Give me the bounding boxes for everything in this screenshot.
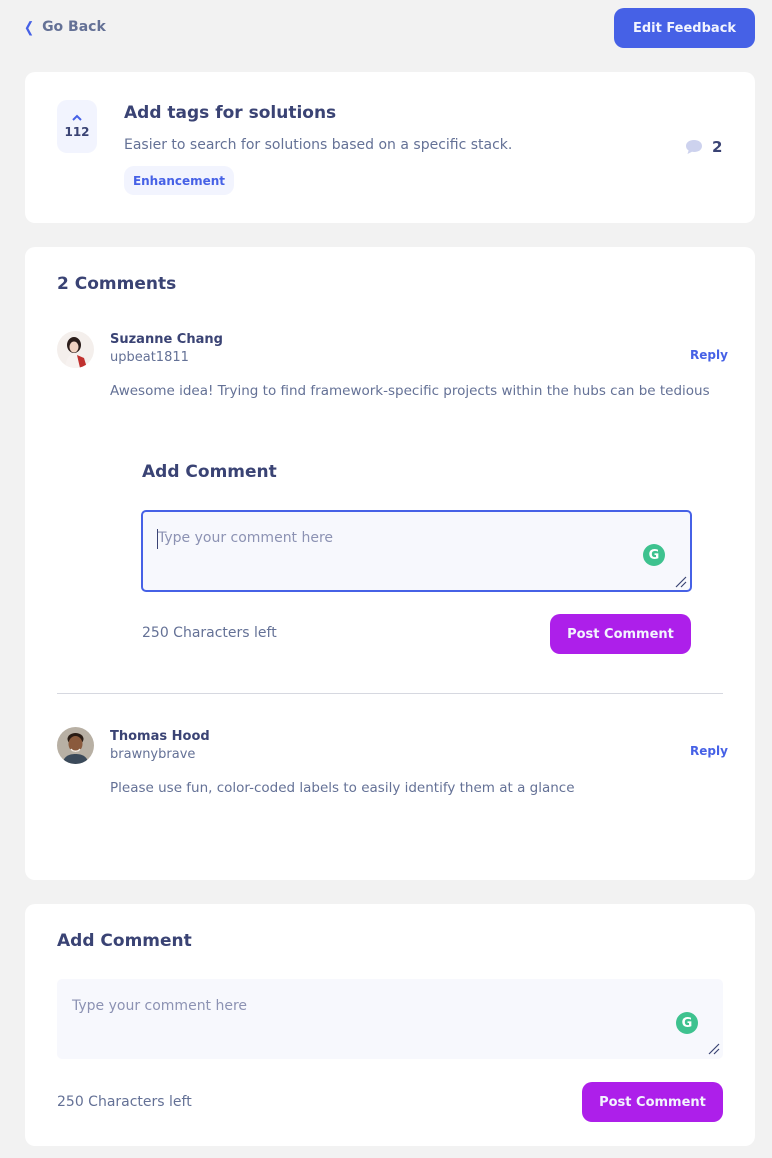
comment-author-name: Suzanne Chang xyxy=(110,332,223,347)
avatar xyxy=(57,331,94,368)
resize-handle-icon[interactable] xyxy=(673,574,687,588)
post-comment-button[interactable]: Post Comment xyxy=(582,1082,723,1122)
go-back-label: Go Back xyxy=(42,19,106,35)
speech-bubble-icon xyxy=(686,140,702,154)
reply-form-title: Add Comment xyxy=(142,462,277,482)
upvote-count: 112 xyxy=(64,125,90,139)
reply-placeholder: Type your comment here xyxy=(158,530,334,546)
comment-author-handle: brawnybrave xyxy=(110,747,196,762)
upvote-button[interactable]: 112 xyxy=(57,100,97,153)
go-back-link[interactable]: ❮ Go Back xyxy=(24,18,106,36)
chevron-left-icon: ❮ xyxy=(24,18,35,36)
chevron-up-icon xyxy=(72,114,82,121)
comment-divider xyxy=(57,693,723,694)
category-tag[interactable]: Enhancement xyxy=(124,166,234,195)
edit-feedback-button[interactable]: Edit Feedback xyxy=(614,8,755,48)
feedback-description: Easier to search for solutions based on … xyxy=(124,137,513,153)
comments-card: 2 Comments Suzanne Chang upbeat1811 Repl… xyxy=(25,247,755,880)
comment-author-name: Thomas Hood xyxy=(110,729,210,744)
feedback-card: 112 Add tags for solutions Easier to sea… xyxy=(25,72,755,223)
chars-left: 250 Characters left xyxy=(57,1094,192,1110)
add-comment-title: Add Comment xyxy=(57,931,192,951)
add-comment-placeholder: Type your comment here xyxy=(72,998,248,1014)
comment-count: 2 xyxy=(685,138,722,156)
top-bar: ❮ Go Back Edit Feedback xyxy=(0,0,772,60)
resize-handle-icon[interactable] xyxy=(706,1041,720,1055)
add-comment-card: Add Comment Type your comment here G 250… xyxy=(25,904,755,1146)
grammarly-icon[interactable]: G xyxy=(643,544,665,566)
avatar xyxy=(57,727,94,764)
add-comment-textarea[interactable]: Type your comment here G xyxy=(57,979,723,1059)
comment-author-handle: upbeat1811 xyxy=(110,350,189,365)
reply-button[interactable]: Reply xyxy=(690,744,728,758)
chars-left: 250 Characters left xyxy=(142,625,277,641)
comment-count-value: 2 xyxy=(712,138,723,156)
grammarly-icon[interactable]: G xyxy=(676,1012,698,1034)
feedback-title: Add tags for solutions xyxy=(124,103,337,123)
reply-button[interactable]: Reply xyxy=(690,348,728,362)
comment-text: Please use fun, color-coded labels to ea… xyxy=(110,780,575,796)
post-reply-button[interactable]: Post Comment xyxy=(550,614,691,654)
comment-text: Awesome idea! Trying to find framework-s… xyxy=(110,383,710,399)
reply-textarea[interactable]: Type your comment here G xyxy=(141,510,692,592)
comments-heading: 2 Comments xyxy=(57,274,177,294)
